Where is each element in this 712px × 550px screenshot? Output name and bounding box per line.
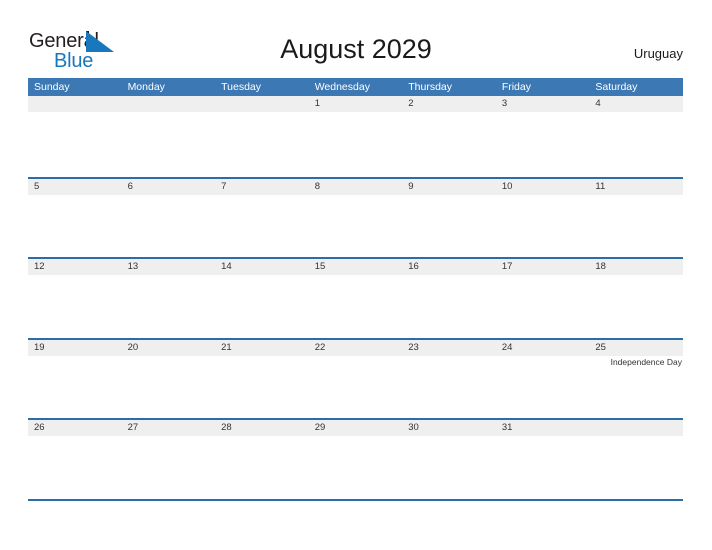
- day-cell-empty: [28, 96, 122, 112]
- day-number: 10: [501, 180, 513, 192]
- day-cell[interactable]: 7: [215, 179, 309, 195]
- day-number: 13: [127, 261, 139, 272]
- weekday-header-sunday: Sunday: [34, 81, 70, 93]
- day-cell[interactable]: 3: [496, 96, 590, 112]
- day-number: 4: [595, 98, 601, 109]
- day-cell[interactable]: 13: [122, 259, 216, 275]
- day-cell[interactable]: 15: [309, 259, 403, 275]
- calendar-bottom-rule: [28, 498, 683, 501]
- day-number: 17: [501, 261, 513, 272]
- calendar-week-row: 1 2 3 4: [28, 96, 683, 177]
- day-number: 9: [408, 180, 414, 192]
- day-cell[interactable]: 14: [215, 259, 309, 275]
- weekday-header-monday: Monday: [127, 81, 165, 93]
- calendar-week-row: 19 20 21 22 23 24 25 Independence Day: [28, 337, 683, 418]
- page-title: August 2029: [280, 34, 432, 64]
- day-cell[interactable]: 20: [122, 340, 216, 356]
- day-number: 19: [34, 341, 45, 353]
- day-cell[interactable]: 5: [28, 179, 122, 195]
- day-cell[interactable]: 19: [28, 340, 122, 356]
- day-number: 31: [501, 422, 513, 433]
- day-number: 11: [595, 180, 606, 192]
- day-events: Independence Day: [589, 356, 683, 418]
- day-cell[interactable]: 21: [215, 340, 309, 356]
- holiday-label: Independence Day: [610, 356, 682, 367]
- day-number: 12: [34, 261, 45, 272]
- calendar-page: General Blue August 2029 Uruguay Sunday M…: [0, 0, 712, 550]
- weekday-header-thursday: Thursday: [408, 81, 453, 93]
- day-cell[interactable]: 18: [589, 259, 683, 275]
- day-cell[interactable]: 26: [28, 420, 122, 436]
- week-date-band: 12 13 14 15 16 17 18: [28, 259, 683, 275]
- week-date-band: 5 6 7 8 9 10 11: [28, 178, 683, 195]
- calendar-week-row: 12 13 14 15 16 17 18: [28, 257, 683, 338]
- day-number: 26: [34, 422, 45, 433]
- day-cell[interactable]: 17: [496, 259, 590, 275]
- day-number: 3: [501, 98, 508, 109]
- day-cell[interactable]: 31: [496, 420, 590, 436]
- week-date-band: 26 27 28 29 30 31: [28, 420, 683, 436]
- weekday-header-saturday: Saturday: [595, 81, 638, 93]
- week-date-band: 1 2 3 4: [28, 96, 683, 112]
- day-number: 18: [595, 261, 606, 272]
- day-number: 22: [314, 341, 326, 353]
- page-header: General Blue August 2029 Uruguay: [0, 0, 712, 78]
- calendar-week-row: 26 27 28 29 30 31: [28, 418, 683, 499]
- day-number: 15: [314, 261, 326, 272]
- day-number: 29: [314, 422, 326, 433]
- day-cell[interactable]: 4: [589, 96, 683, 112]
- day-cell[interactable]: 24: [496, 340, 590, 356]
- day-cell[interactable]: 29: [309, 420, 403, 436]
- weekday-header-friday: Friday: [501, 81, 531, 93]
- day-cell[interactable]: 1: [309, 96, 403, 112]
- day-cell[interactable]: 16: [402, 259, 496, 275]
- calendar-weeks: 1 2 3 4 5 6 7 8 9 10 11 12 13 14 15 16 17 18 19 20 21 22 23 24 2…: [28, 96, 683, 499]
- day-cell[interactable]: 30: [402, 420, 496, 436]
- country-label: Uruguay: [633, 46, 683, 61]
- day-cell[interactable]: 28: [215, 420, 309, 436]
- day-cell[interactable]: 2: [402, 96, 496, 112]
- day-cell[interactable]: 25: [589, 340, 683, 356]
- day-number: 8: [314, 180, 320, 192]
- day-cell[interactable]: 9: [402, 179, 496, 195]
- day-number: 27: [127, 422, 139, 433]
- day-number: 7: [221, 180, 227, 192]
- weekday-header-wednesday: Wednesday: [314, 81, 370, 93]
- day-number: 24: [501, 341, 513, 353]
- day-cell-empty: [589, 420, 683, 436]
- day-number: 2: [408, 98, 414, 109]
- day-cell-empty: [215, 96, 309, 112]
- day-cell[interactable]: 12: [28, 259, 122, 275]
- day-number: 20: [127, 341, 139, 353]
- day-number: 25: [595, 341, 606, 353]
- day-number: 30: [408, 422, 419, 433]
- day-cell[interactable]: 10: [496, 179, 590, 195]
- day-number: 28: [221, 422, 232, 433]
- day-number: 1: [314, 98, 320, 109]
- calendar-week-row: 5 6 7 8 9 10 11: [28, 176, 683, 257]
- day-number: 16: [408, 261, 419, 272]
- day-number: 5: [34, 180, 40, 192]
- day-cell[interactable]: 11: [589, 179, 683, 195]
- day-cell[interactable]: 8: [309, 179, 403, 195]
- weekday-header-row: Sunday Monday Tuesday Wednesday Thursday Frid…: [28, 78, 683, 96]
- day-number: 21: [221, 341, 232, 353]
- day-cell[interactable]: 6: [122, 179, 216, 195]
- day-cell[interactable]: 23: [402, 340, 496, 356]
- day-cell[interactable]: 22: [309, 340, 403, 356]
- day-number: 6: [127, 180, 133, 192]
- day-number: 23: [408, 341, 419, 353]
- week-date-band: 19 20 21 22 23 24 25: [28, 339, 683, 356]
- day-cell-empty: [121, 96, 216, 112]
- weekday-header-tuesday: Tuesday: [221, 81, 262, 93]
- day-number: 14: [221, 261, 232, 272]
- calendar-grid: Sunday Monday Tuesday Wednesday Thursday Frid…: [28, 78, 683, 501]
- day-cell[interactable]: 27: [122, 420, 216, 436]
